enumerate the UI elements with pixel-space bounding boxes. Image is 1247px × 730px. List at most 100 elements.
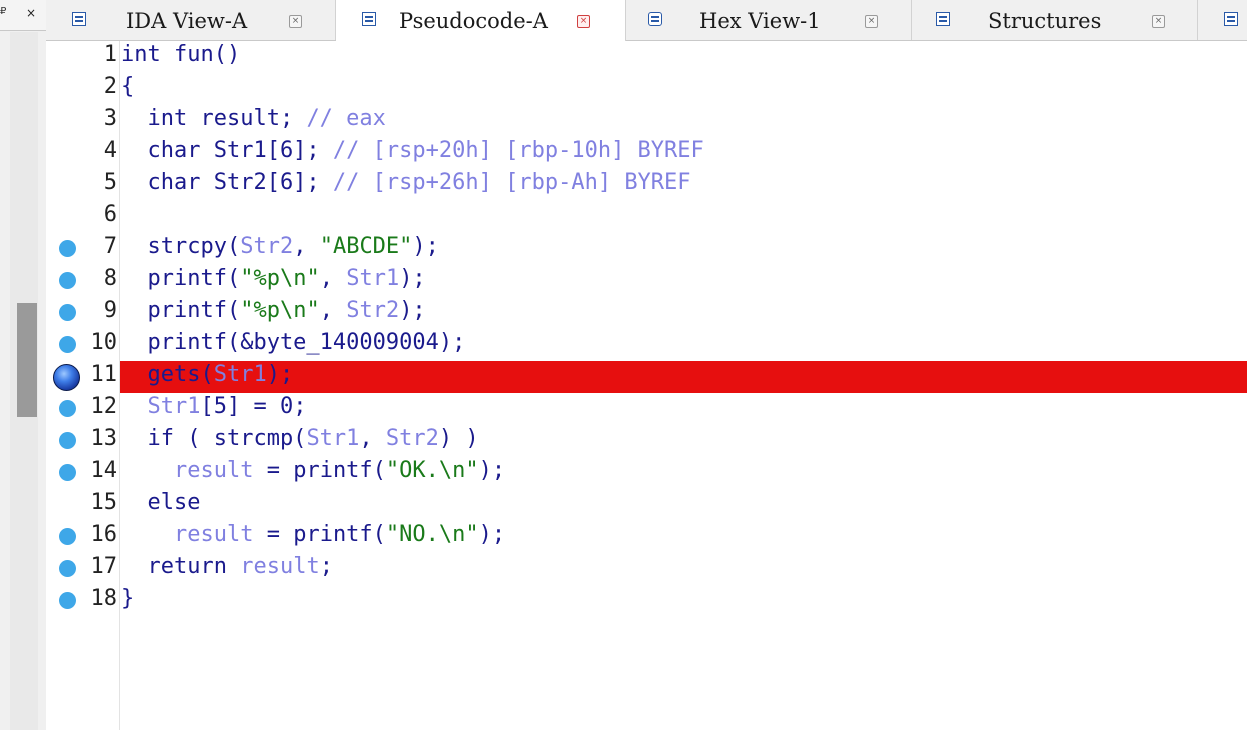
code-text[interactable]: result = printf("OK.\n"); — [121, 458, 505, 483]
disassembly-icon — [72, 12, 86, 26]
code-line[interactable]: 12 Str1[5] = 0; — [0, 393, 1247, 425]
code-line[interactable]: 1 int fun() — [0, 41, 1247, 73]
code-line[interactable]: 18} — [0, 585, 1247, 617]
tab-label: Hex View-1 — [699, 9, 821, 33]
string-literal: "ABCDE" — [319, 234, 413, 259]
breakpoint-marker-icon[interactable] — [59, 336, 76, 353]
variable-name: Str1 — [213, 362, 267, 387]
code-line[interactable]: 13 if ( strcmp(Str1, Str2) ) — [0, 425, 1247, 457]
code-text[interactable]: if ( strcmp(Str1, Str2) ) — [121, 426, 478, 451]
breakpoint-marker-icon[interactable] — [59, 528, 76, 545]
code-line[interactable]: 14 result = printf("OK.\n"); — [0, 457, 1247, 489]
code-text[interactable]: printf(&byte_140009004); — [121, 330, 465, 355]
code-token: , — [293, 234, 320, 259]
line-number: 2 — [103, 74, 117, 99]
breakpoint-marker-icon[interactable] — [59, 592, 76, 609]
pin-icon[interactable]: ₽ — [0, 6, 6, 17]
tab-label: IDA View-A — [126, 9, 248, 33]
line-number: 15 — [90, 490, 118, 515]
tab-ida-view-a[interactable]: IDA View-A × — [46, 0, 336, 40]
current-line[interactable]: 11 gets(Str1); — [0, 361, 1247, 393]
code-text[interactable]: strcpy(Str2, "ABCDE"); — [121, 234, 438, 259]
code-line[interactable]: 9 printf("%p\n", Str2); — [0, 297, 1247, 329]
tab-structures[interactable]: Structures × — [912, 0, 1198, 40]
variable-name: result — [240, 554, 320, 579]
tab-pseudocode-a[interactable]: Pseudocode-A × — [336, 0, 626, 41]
line-number: 9 — [103, 298, 117, 323]
string-literal: "%p\n" — [240, 298, 320, 323]
code-line[interactable]: 8 printf("%p\n", Str1); — [0, 265, 1247, 297]
code-token: } — [121, 586, 135, 611]
code-token: [5] = 0; — [200, 394, 307, 419]
code-text[interactable]: else — [121, 490, 200, 515]
code-text[interactable]: result = printf("NO.\n"); — [121, 522, 505, 547]
tab-hex-view-1[interactable]: Hex View-1 × — [626, 0, 912, 40]
line-number: 17 — [90, 554, 118, 579]
tab-close-icon[interactable]: × — [865, 15, 878, 28]
code-token: , — [319, 266, 347, 291]
code-text[interactable]: printf("%p\n", Str2); — [121, 298, 425, 323]
code-line[interactable]: 10 printf(&byte_140009004); — [0, 329, 1247, 361]
code-token: { — [121, 74, 135, 99]
line-number: 8 — [103, 266, 117, 291]
code-text[interactable]: { — [121, 74, 134, 99]
line-number: 5 — [103, 170, 117, 195]
tab-close-icon[interactable]: × — [1152, 15, 1165, 28]
tab-label: Structures — [988, 9, 1102, 33]
list-icon — [1224, 12, 1238, 26]
tab-close-icon[interactable]: × — [289, 15, 302, 28]
code-text[interactable]: char Str1[6]; // [rsp+20h] [rbp-10h] BYR… — [121, 138, 703, 163]
pseudocode-icon — [362, 12, 376, 26]
code-line[interactable]: 6 — [0, 201, 1247, 233]
code-text[interactable]: Str1[5] = 0; — [121, 394, 307, 419]
breakpoint-marker-icon[interactable] — [59, 400, 76, 417]
breakpoint-marker-icon[interactable] — [59, 304, 76, 321]
code-token: strcpy( — [121, 234, 241, 259]
breakpoint-marker-icon[interactable] — [59, 560, 76, 577]
code-text[interactable]: char Str2[6]; // [rsp+26h] [rbp-Ah] BYRE… — [121, 170, 691, 195]
code-token: ); — [266, 362, 294, 387]
code-line[interactable]: 2{ — [0, 73, 1247, 105]
code-token: , — [359, 426, 386, 451]
line-number: 13 — [90, 426, 118, 451]
code-text[interactable]: gets(Str1); — [121, 362, 293, 387]
structures-icon — [936, 12, 950, 26]
line-number: 4 — [103, 138, 117, 163]
left-panel-tab[interactable]: ₽ × — [0, 0, 46, 31]
code-line[interactable]: 15 else — [0, 489, 1247, 521]
line-number: 6 — [103, 202, 117, 227]
tab-more[interactable] — [1198, 0, 1247, 40]
variable-name: Str2 — [240, 234, 294, 259]
string-literal: "OK.\n" — [385, 458, 479, 483]
breakpoint-marker-icon[interactable] — [59, 432, 76, 449]
left-panel-close-icon[interactable]: × — [26, 6, 36, 20]
code-text[interactable]: return result; — [121, 554, 332, 579]
code-text[interactable]: int fun() — [121, 42, 240, 67]
current-instruction-icon[interactable] — [53, 364, 80, 391]
line-number: 7 — [103, 234, 117, 259]
tab-close-icon[interactable]: × — [577, 15, 590, 28]
code-line[interactable]: 16 result = printf("NO.\n"); — [0, 521, 1247, 553]
code-line[interactable]: 3 int result; // eax — [0, 105, 1247, 137]
code-token: gets( — [121, 362, 214, 387]
code-token: printf( — [121, 266, 241, 291]
code-text[interactable]: } — [121, 586, 134, 611]
code-token: int fun() — [121, 42, 241, 67]
code-line[interactable]: 5 char Str2[6]; // [rsp+26h] [rbp-Ah] BY… — [0, 169, 1247, 201]
code-text[interactable]: printf("%p\n", Str1); — [121, 266, 425, 291]
variable-name: result — [173, 522, 254, 547]
code-text[interactable]: int result; // eax — [121, 106, 386, 131]
breakpoint-marker-icon[interactable] — [59, 240, 76, 257]
code-comment: // [rsp+26h] [rbp-Ah] BYREF — [332, 170, 691, 195]
code-line[interactable]: 17 return result; — [0, 553, 1247, 585]
breakpoint-marker-icon[interactable] — [59, 464, 76, 481]
code-comment: // eax — [306, 106, 386, 131]
variable-name: Str1 — [147, 394, 201, 419]
breakpoint-marker-icon[interactable] — [59, 272, 76, 289]
line-number: 10 — [90, 330, 118, 355]
code-line[interactable]: 4 char Str1[6]; // [rsp+20h] [rbp-10h] B… — [0, 137, 1247, 169]
code-line[interactable]: 7 strcpy(Str2, "ABCDE"); — [0, 233, 1247, 265]
